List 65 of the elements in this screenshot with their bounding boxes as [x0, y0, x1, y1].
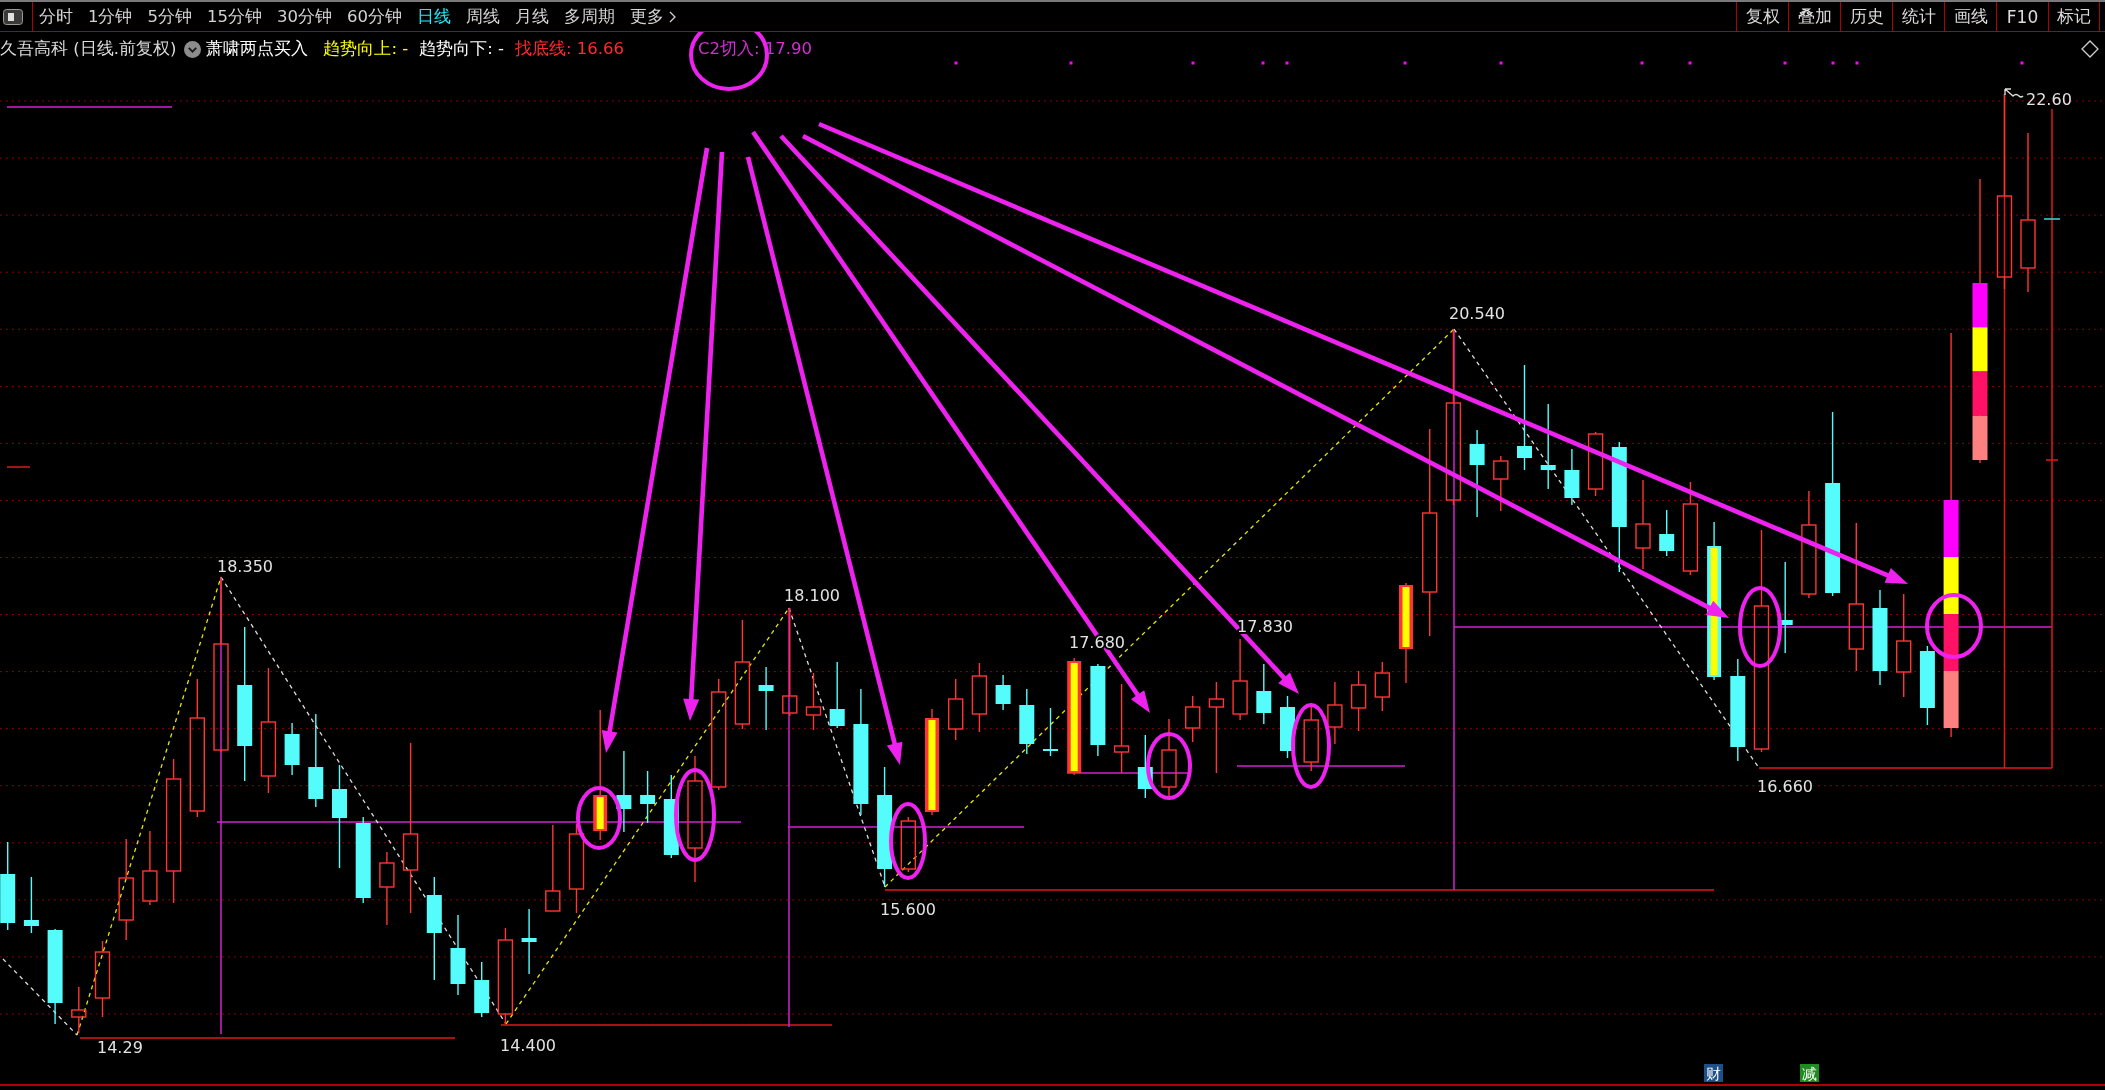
indicator-value: 趋势向上: -: [323, 38, 409, 60]
falling-candlestick: [1043, 707, 1058, 757]
range-tick: [2043, 218, 2061, 220]
pointer-arrow-icon: [2004, 88, 2024, 98]
falling-candlestick: [995, 674, 1011, 711]
panel-toggle-icon[interactable]: [3, 8, 23, 25]
price-label: 20.540: [1449, 304, 1505, 323]
falling-candlestick: [284, 722, 300, 776]
indicator-level-line: [6, 466, 31, 468]
falling-candlestick: [758, 666, 774, 731]
price-label: 15.600: [880, 900, 936, 919]
indicator-name: 萧啸两点买入: [206, 38, 309, 60]
falling-candlestick: [1137, 734, 1153, 799]
indicator-value: 找底线: 16.66: [514, 38, 624, 60]
period-tab[interactable]: 分时: [39, 6, 73, 27]
price-label: 14.400: [500, 1036, 556, 1055]
period-tab[interactable]: 1分钟: [88, 6, 133, 27]
range-tick: [2045, 459, 2059, 461]
period-tab[interactable]: 15分钟: [207, 6, 262, 27]
price-label: 14.29: [97, 1038, 143, 1057]
rising-candlestick: [1185, 695, 1201, 743]
more-button[interactable]: 更多: [630, 6, 676, 27]
falling-candlestick: [1256, 663, 1272, 725]
price-label: 17.830: [1237, 617, 1293, 636]
event-badge[interactable]: 减: [1800, 1064, 1819, 1083]
period-tab[interactable]: 日线: [417, 6, 451, 27]
falling-candlestick: [474, 961, 490, 1018]
falling-candlestick: [1019, 688, 1035, 755]
falling-candlestick: [829, 661, 845, 729]
chevron-right-icon: [669, 10, 676, 23]
stock-title: 久吾高科 (日线.前复权): [0, 38, 177, 60]
rising-candlestick: [1327, 681, 1343, 745]
price-label: 18.100: [784, 586, 840, 605]
high-price-label: 22.60: [2026, 90, 2072, 109]
period-tab[interactable]: 月线: [515, 6, 549, 27]
rising-candlestick: [805, 672, 822, 731]
falling-candlestick: [1659, 509, 1675, 557]
rising-candlestick: [948, 678, 964, 741]
rising-candlestick: [900, 816, 916, 873]
price-label: 16.660: [1757, 777, 1813, 796]
annotation-ellipse: [1925, 593, 1983, 659]
period-tab[interactable]: 多周期: [564, 6, 615, 27]
falling-candlestick: [23, 876, 39, 934]
price-label: 18.350: [217, 557, 273, 576]
chevron-down-circle-icon[interactable]: [184, 40, 202, 58]
rising-candlestick: [1374, 661, 1390, 712]
annotation-ellipse: [1146, 732, 1192, 800]
toolbar-button[interactable]: 标记: [2048, 2, 2100, 31]
rising-candlestick: [1350, 670, 1367, 732]
falling-candlestick: [521, 908, 537, 975]
rising-candlestick: [71, 986, 87, 1034]
falling-candlestick: [1564, 448, 1580, 506]
period-tab[interactable]: 30分钟: [277, 6, 332, 27]
indicator-value: 趋势向下: -: [419, 38, 504, 60]
falling-candlestick: [1280, 695, 1295, 759]
period-tab[interactable]: 周线: [466, 6, 500, 27]
rising-candlestick: [1587, 431, 1604, 497]
annotation-ellipse: [576, 786, 622, 850]
period-tab[interactable]: 60分钟: [347, 6, 402, 27]
period-tab[interactable]: 5分钟: [147, 6, 192, 27]
diamond-icon[interactable]: [2081, 40, 2099, 58]
falling-candlestick: [640, 770, 656, 824]
event-badge[interactable]: 财: [1704, 1064, 1723, 1083]
rising-candlestick: [1493, 455, 1509, 512]
rising-candlestick: [971, 662, 988, 733]
